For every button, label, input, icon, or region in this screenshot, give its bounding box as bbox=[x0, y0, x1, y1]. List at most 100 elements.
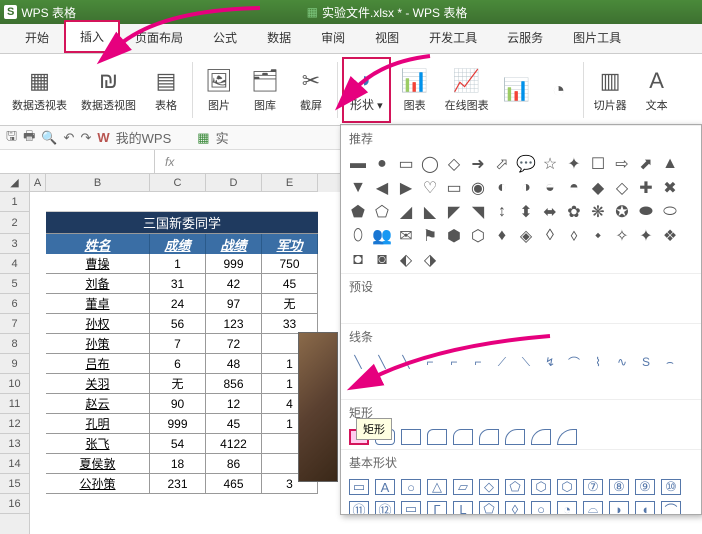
line-shape-option[interactable]: ↯ bbox=[541, 353, 559, 371]
rect-shape-option[interactable] bbox=[505, 429, 525, 445]
cell-merit[interactable]: 33 bbox=[262, 314, 318, 334]
cell-score[interactable]: 1 bbox=[150, 254, 206, 274]
shape-option[interactable]: ▭ bbox=[397, 155, 415, 173]
cell-battle[interactable]: 4122 bbox=[206, 434, 262, 454]
basic-shape-option[interactable]: ◗ bbox=[609, 501, 629, 515]
online-chart-button[interactable]: 📈在线图表 bbox=[439, 57, 495, 123]
shape-option[interactable]: ↕ bbox=[493, 203, 511, 221]
shape-option[interactable]: ⬩ bbox=[589, 227, 607, 245]
col-header[interactable]: A bbox=[30, 174, 46, 192]
basic-shape-option[interactable]: ⬡ bbox=[531, 479, 551, 495]
cell-score[interactable]: 56 bbox=[150, 314, 206, 334]
preview-icon[interactable]: 🔍 bbox=[41, 130, 57, 146]
basic-shape-option[interactable]: ◔ bbox=[557, 501, 577, 515]
pivot-chart-button[interactable]: ₪数据透视图 bbox=[75, 57, 142, 123]
line-shape-option[interactable]: ╲ bbox=[349, 353, 367, 371]
redo-icon[interactable]: ↷ bbox=[80, 130, 91, 146]
col-battle[interactable]: 战绩 bbox=[206, 234, 262, 254]
col-header[interactable]: B bbox=[46, 174, 150, 192]
shape-option[interactable]: ♡ bbox=[421, 179, 439, 197]
shape-option[interactable]: ❋ bbox=[589, 203, 607, 221]
basic-shape-option[interactable]: ⑧ bbox=[609, 479, 629, 495]
cell-name[interactable]: 孔明 bbox=[46, 414, 150, 434]
textbox-button[interactable]: A文本 bbox=[635, 57, 679, 123]
line-shape-option[interactable]: S bbox=[637, 353, 655, 371]
cell-battle[interactable]: 123 bbox=[206, 314, 262, 334]
pie-button[interactable]: ◔ bbox=[539, 57, 579, 123]
tab-pictools[interactable]: 图片工具 bbox=[558, 22, 636, 53]
shape-option[interactable]: ⬖ bbox=[397, 251, 415, 269]
row-header[interactable]: 12 bbox=[0, 414, 29, 434]
pivot-table-button[interactable]: ▦数据透视表 bbox=[6, 57, 73, 123]
shape-option[interactable]: ▬ bbox=[349, 155, 367, 173]
shape-option[interactable]: ◊ bbox=[541, 227, 559, 245]
cell-battle[interactable]: 12 bbox=[206, 394, 262, 414]
cell-score[interactable]: 6 bbox=[150, 354, 206, 374]
shape-option[interactable]: ⬌ bbox=[541, 203, 559, 221]
shape-option[interactable]: ♦ bbox=[493, 227, 511, 245]
basic-shape-option[interactable]: ▱ bbox=[453, 479, 473, 495]
shape-option[interactable]: ⬟ bbox=[349, 203, 367, 221]
shape-option[interactable]: ✖ bbox=[661, 179, 679, 197]
inserted-image-peek[interactable] bbox=[298, 332, 338, 482]
cell-name[interactable]: 刘备 bbox=[46, 274, 150, 294]
shape-option[interactable]: ◯ bbox=[421, 155, 439, 173]
shape-option[interactable]: ✪ bbox=[613, 203, 631, 221]
cell-name[interactable]: 孙权 bbox=[46, 314, 150, 334]
rect-shape-option[interactable] bbox=[557, 429, 577, 445]
chart-button[interactable]: 📊图表 bbox=[393, 57, 437, 123]
basic-shape-option[interactable]: A bbox=[375, 479, 395, 495]
shape-option[interactable]: ➜ bbox=[469, 155, 487, 173]
shape-option[interactable]: ☆ bbox=[541, 155, 559, 173]
basic-shape-option[interactable]: ○ bbox=[401, 479, 421, 495]
cell-merit[interactable]: 无 bbox=[262, 294, 318, 314]
line-shape-option[interactable]: ╲ bbox=[397, 353, 415, 371]
col-score[interactable]: 成绩 bbox=[150, 234, 206, 254]
col-header[interactable]: E bbox=[262, 174, 318, 192]
shape-option[interactable]: ⬍ bbox=[517, 203, 535, 221]
shape-option[interactable]: ✦ bbox=[637, 227, 655, 245]
cell-name[interactable]: 张飞 bbox=[46, 434, 150, 454]
basic-shape-option[interactable]: △ bbox=[427, 479, 447, 495]
tab-view[interactable]: 视图 bbox=[360, 22, 414, 53]
col-header[interactable]: C bbox=[150, 174, 206, 192]
line-shape-option[interactable]: ⌐ bbox=[445, 353, 463, 371]
basic-shape-option[interactable]: ⬠ bbox=[505, 479, 525, 495]
line-shape-option[interactable]: ⌐ bbox=[469, 353, 487, 371]
row-header[interactable]: 4 bbox=[0, 254, 29, 274]
row-header[interactable]: 9 bbox=[0, 354, 29, 374]
cell-score[interactable]: 231 bbox=[150, 474, 206, 494]
picture-button[interactable]: 🖼图片 bbox=[197, 57, 241, 123]
row-header[interactable]: 7 bbox=[0, 314, 29, 334]
shape-option[interactable]: ▼ bbox=[349, 179, 367, 197]
save-icon[interactable]: 🖫 bbox=[6, 127, 17, 149]
cell-name[interactable]: 孙策 bbox=[46, 334, 150, 354]
row-header[interactable]: 1 bbox=[0, 192, 29, 212]
shape-option[interactable]: ◐ bbox=[493, 179, 511, 197]
tab-pagelayout[interactable]: 页面布局 bbox=[120, 22, 198, 53]
shape-option[interactable]: ◑ bbox=[517, 179, 535, 197]
cell-battle[interactable]: 42 bbox=[206, 274, 262, 294]
shape-option[interactable]: ✉ bbox=[397, 227, 415, 245]
shape-option[interactable]: ⬗ bbox=[421, 251, 439, 269]
row-header[interactable]: 13 bbox=[0, 434, 29, 454]
small-charts-button[interactable]: 📊 bbox=[497, 57, 537, 123]
cell-name[interactable]: 赵云 bbox=[46, 394, 150, 414]
shape-option[interactable]: ▭ bbox=[445, 179, 463, 197]
cell-score[interactable]: 无 bbox=[150, 374, 206, 394]
tab-review[interactable]: 审阅 bbox=[306, 22, 360, 53]
line-shape-option[interactable]: ∿ bbox=[613, 353, 631, 371]
basic-shape-option[interactable]: ⬠ bbox=[479, 501, 499, 515]
undo-icon[interactable]: ↶ bbox=[64, 130, 75, 146]
shape-option[interactable]: ● bbox=[373, 155, 391, 173]
rect-shape-option[interactable] bbox=[453, 429, 473, 445]
shape-option[interactable]: ◀ bbox=[373, 179, 391, 197]
row-header[interactable]: 5 bbox=[0, 274, 29, 294]
line-shape-option[interactable]: ⌒ bbox=[565, 353, 583, 371]
screenshot-button[interactable]: ✂截屏 bbox=[289, 57, 333, 123]
fx-label[interactable]: fx bbox=[155, 155, 184, 169]
line-shape-option[interactable]: ⌢ bbox=[661, 353, 679, 371]
shape-option[interactable]: ◇ bbox=[445, 155, 463, 173]
empty-row[interactable] bbox=[46, 192, 318, 212]
cell-battle[interactable]: 86 bbox=[206, 454, 262, 474]
